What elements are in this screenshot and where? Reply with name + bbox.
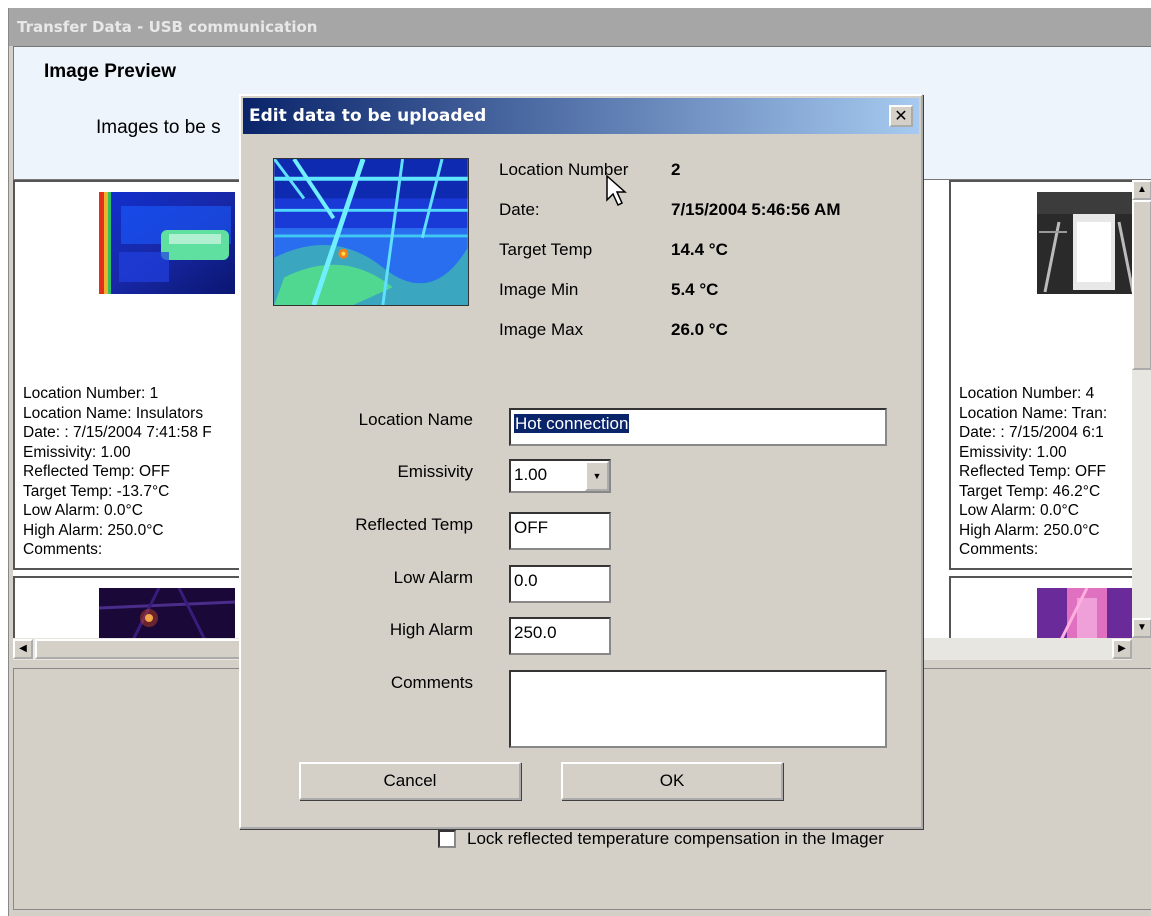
low-alarm-input[interactable]: 0.0	[509, 565, 611, 603]
thermal-thumbnail-4	[1037, 192, 1132, 294]
vertical-scroll-thumb[interactable]	[1132, 200, 1151, 370]
arrow-down-icon[interactable]: ▼	[1132, 618, 1151, 638]
high-alarm-input[interactable]: 250.0	[509, 617, 611, 655]
image-card-5[interactable]	[13, 576, 245, 638]
comments-textarea[interactable]	[509, 670, 887, 748]
cancel-button[interactable]: Cancel	[299, 762, 521, 800]
emissivity-value: 1.00	[514, 465, 548, 484]
image-max-label: Image Max	[499, 320, 584, 339]
lock-reflected-temp-label[interactable]: Lock reflected temperature compensation …	[467, 829, 884, 849]
image-preview-title: Image Preview	[44, 61, 177, 82]
image-min-label: Image Min	[499, 280, 579, 299]
card-1-details: Location Number: 1 Location Name: Insula…	[23, 385, 212, 558]
arrow-up-icon[interactable]: ▲	[1132, 180, 1151, 200]
mouse-pointer-icon	[606, 174, 627, 207]
high-alarm-label: High Alarm	[389, 620, 473, 639]
low-alarm-label: Low Alarm	[393, 568, 473, 587]
image-min-value: 5.4 °C	[671, 280, 719, 299]
image-card-8[interactable]	[949, 576, 1132, 638]
target-temp-value: 14.4 °C	[671, 240, 728, 259]
location-name-label: Location Name	[358, 410, 473, 429]
window-title: Transfer Data - USB communication	[9, 8, 1151, 46]
scroll-corner	[1132, 638, 1151, 660]
vertical-scrollbar[interactable]: ▲ ▼	[1132, 180, 1151, 638]
dialog-title-text: Edit data to be uploaded	[249, 106, 487, 126]
arrow-right-icon[interactable]: ▶	[1112, 639, 1132, 659]
card-4-details: Location Number: 4 Location Name: Tran: …	[959, 385, 1108, 558]
location-name-value: Hot connection	[514, 414, 630, 433]
ok-button[interactable]: OK	[561, 762, 783, 800]
thermal-thumbnail-1	[99, 192, 235, 294]
thermal-thumbnail-8	[1037, 588, 1132, 638]
emissivity-label: Emissivity	[397, 462, 473, 481]
images-subtitle: Images to be s	[96, 117, 221, 138]
reflected-temp-input[interactable]: OFF	[509, 512, 611, 550]
date-label: Date:	[499, 200, 540, 219]
arrow-left-icon[interactable]: ◀	[13, 639, 33, 659]
image-max-value: 26.0 °C	[671, 320, 728, 339]
horizontal-scroll-thumb[interactable]	[35, 639, 245, 659]
chevron-down-icon[interactable]: ▼	[585, 461, 609, 491]
date-value: 7/15/2004 5:46:56 AM	[671, 200, 841, 219]
target-temp-label: Target Temp	[499, 240, 593, 259]
comments-label: Comments	[390, 673, 473, 692]
dialog-title: Edit data to be uploaded ✕	[243, 98, 919, 134]
reflected-temp-label: Reflected Temp	[355, 515, 473, 534]
edit-data-dialog: Edit data to be uploaded ✕ Location Numb…	[239, 94, 923, 829]
lock-reflected-temp-checkbox[interactable]	[438, 830, 456, 848]
thermal-preview-image	[273, 158, 469, 306]
close-icon[interactable]: ✕	[889, 105, 913, 127]
thermal-thumbnail-5	[99, 588, 235, 638]
emissivity-combo[interactable]: 1.00 ▼	[509, 459, 611, 493]
location-number-value: 2	[671, 160, 681, 179]
location-name-input[interactable]: Hot connection	[509, 408, 887, 446]
